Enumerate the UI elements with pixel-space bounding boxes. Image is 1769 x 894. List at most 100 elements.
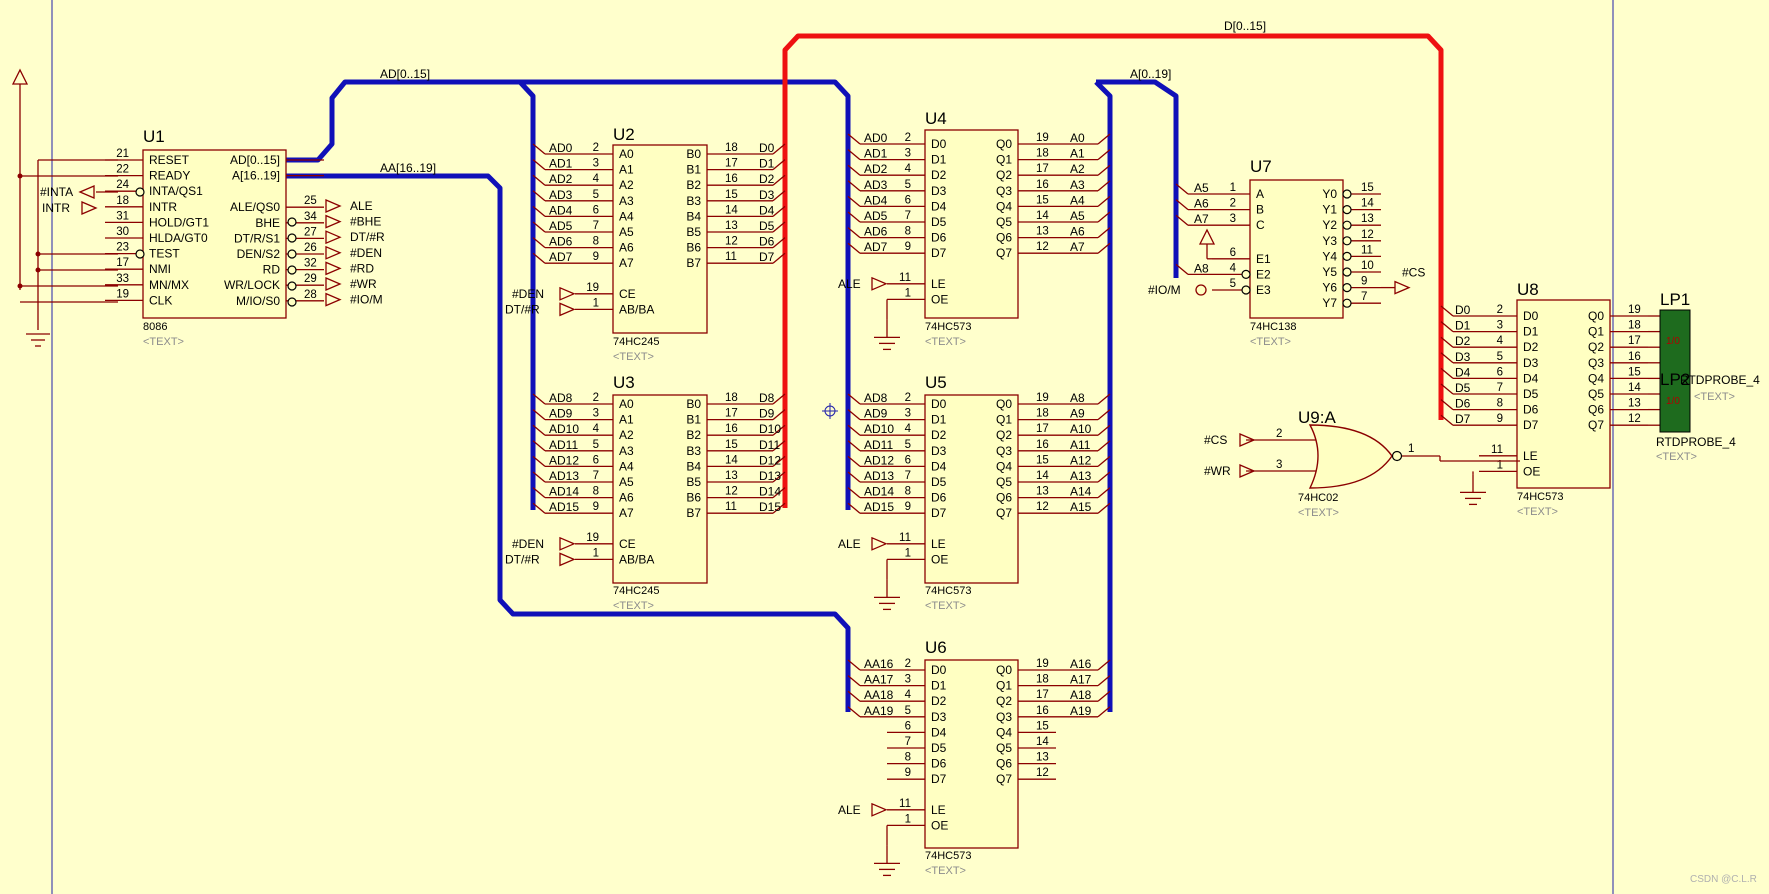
u6-lpin-label: LE	[931, 803, 946, 817]
u4-lpin-num: 8	[905, 226, 911, 238]
u3-out-net: D11	[759, 438, 780, 452]
u5-ref: U5	[925, 373, 947, 392]
u7-lpin-label: B	[1256, 203, 1264, 217]
u2-lpin-num: 1	[593, 297, 599, 309]
u8-lpin-num: 7	[1497, 382, 1503, 394]
u3-lpin-num: 2	[593, 392, 599, 404]
u7-ref: U7	[1250, 157, 1272, 176]
u5-rpin-label: Q5	[996, 475, 1012, 489]
u1-lpin-label: TEST	[149, 247, 180, 261]
u8-rpin-label: Q3	[1588, 356, 1604, 370]
u6-in-net: AA19	[864, 704, 894, 718]
u8-in-net: D1	[1455, 319, 1471, 333]
u5-lpin-num: 3	[905, 408, 911, 420]
u6-rpin-label: Q5	[996, 741, 1012, 755]
u3-in-net: AD13	[549, 469, 579, 483]
u7-rpin-num: 10	[1361, 260, 1374, 272]
net-port-icon	[871, 276, 888, 291]
u6-lpin-label: D0	[931, 663, 947, 677]
u1-rpin-label: DEN/S2	[237, 247, 281, 261]
u4-lpin-num: 5	[905, 179, 911, 191]
chip-u2[interactable]: U2 74HC245 <TEXT> 2 A0 3 A1 4 A2 5 A3 6 A4 7 A5 8 A6 9 A7 1…	[575, 125, 745, 363]
u3-out-net: D9	[759, 407, 775, 421]
u1-lpin-num: 17	[116, 257, 129, 269]
u4-out-net: A4	[1070, 193, 1085, 207]
u8-rpin-label: Q5	[1588, 387, 1604, 401]
lp2-value: 1/0	[1666, 396, 1680, 407]
net-intr: INTR	[42, 201, 70, 215]
u4-in-net: AD6	[864, 225, 888, 239]
u4-lpin-label: OE	[931, 292, 948, 306]
u2-lpin-label: A5	[619, 225, 634, 239]
net-port-icon	[78, 185, 95, 199]
chip-u5[interactable]: U5 74HC573 <TEXT> 2 D0 3 D1 4 D2 5 D3 6 D4 7 D5 8 D6 9 D7 1…	[887, 373, 1056, 612]
logic-probes[interactable]: LP1 LP2 1/0 1/0 RTDPROBE_4 <TEXT> RTDPRO…	[1656, 290, 1760, 463]
u9-pin-in1: 2	[1276, 428, 1282, 440]
u2-out-net: D1	[759, 157, 775, 171]
u7-rpin-num: 9	[1361, 276, 1367, 288]
u2-lpin-label: A3	[619, 194, 634, 208]
u5-out-net: A9	[1070, 407, 1085, 421]
u5-out-net: A8	[1070, 391, 1085, 405]
chip-u4[interactable]: U4 74HC573 <TEXT> 2 D0 3 D1 4 D2 5 D3 6 D4 7 D5 8 D6 9 D7 1…	[887, 109, 1056, 348]
lp2-probe-type: RTDPROBE_4	[1656, 435, 1736, 449]
u6-lpin-label: D4	[931, 725, 947, 739]
u8-rpin-num: 17	[1628, 335, 1641, 347]
u7-lpin-num: 5	[1230, 278, 1236, 290]
u1-lpin-num: 22	[116, 164, 129, 176]
u3-in-net: AD12	[549, 453, 579, 467]
u5-type: 74HC573	[925, 585, 971, 597]
u2-rpin-num: 14	[725, 204, 738, 216]
u2-out-net: D7	[759, 250, 775, 264]
u2-lpin-num: 8	[593, 236, 599, 248]
u3-rpin-num: 14	[725, 454, 738, 466]
chip-u3[interactable]: U3 74HC245 <TEXT> 2 A0 3 A1 4 A2 5 A3 6 A4 7 A5 8 A6 9 A7 1…	[575, 373, 745, 612]
u5-in-net: AD13	[864, 469, 894, 483]
lp1-probe-type: RTDPROBE_4	[1680, 373, 1760, 387]
u3-rpin-num: 12	[725, 486, 738, 498]
u5-out-net: A12	[1070, 453, 1092, 467]
u1-rpin-num: 34	[304, 211, 317, 223]
u1-lpin-label: RESET	[149, 153, 190, 167]
u2-rpin-num: 18	[725, 142, 738, 154]
net-port-icon	[325, 277, 342, 291]
u7-in-net: A7	[1194, 212, 1209, 226]
u6-lpin-num: 4	[905, 689, 912, 701]
u5-lpin-num: 4	[905, 423, 912, 435]
u2-out-net: D6	[759, 235, 775, 249]
u6-rpin-label: Q0	[996, 663, 1012, 677]
u7-rpin-num: 14	[1361, 198, 1374, 210]
u4-lpin-num: 11	[899, 272, 911, 284]
chip-u8[interactable]: U8 74HC573 <TEXT> 2 D0 3 D1 4 D2 5 D3 6 D4 7 D5 8 D6 9 D7 1…	[1479, 280, 1648, 518]
u5-in-net: AD14	[864, 485, 894, 499]
u6-in-net: AA16	[864, 657, 894, 671]
u3-out-net: D15	[759, 500, 781, 514]
u3-rpin-label: B4	[686, 459, 701, 473]
u5-rpin-label: Q6	[996, 491, 1012, 505]
u8-lpin-num: 8	[1497, 398, 1503, 410]
u1-lpin-num: 33	[116, 273, 129, 285]
net-port-icon	[559, 536, 576, 551]
chip-u7[interactable]: U7 74HC138 <TEXT> 1 A 2 B 3 C 6 E1 4 E2 5 E3 15 Y0 14 Y1 13…	[1212, 157, 1381, 348]
u7-output-bubble-icon	[1342, 236, 1352, 246]
u3-rpin-num: 17	[725, 408, 738, 420]
u6-rpin-num: 12	[1036, 767, 1049, 779]
u2-rpin-num: 11	[725, 251, 737, 263]
u7-output-bubble-icon	[1342, 189, 1352, 199]
u7-text: <TEXT>	[1250, 336, 1291, 348]
cursor-marker-icon	[822, 403, 838, 419]
u5-out-net: A14	[1070, 485, 1092, 499]
u5-lpin-label: D7	[931, 506, 947, 520]
u4-net-ale: ALE	[838, 277, 861, 291]
u6-lpin-label: D1	[931, 679, 947, 693]
u6-rpin-label: Q7	[996, 772, 1012, 786]
u1-rpin-label: M/IO/S0	[236, 294, 280, 308]
u7-rpin-label: Y3	[1322, 234, 1337, 248]
u2-in-net: AD4	[549, 203, 573, 217]
u8-lpin-label: D5	[1523, 387, 1539, 401]
u6-rpin-label: Q4	[996, 725, 1012, 739]
u2-in-net: AD0	[549, 141, 573, 155]
u5-lpin-label: D3	[931, 444, 947, 458]
u6-rpin-num: 18	[1036, 674, 1049, 686]
chip-u6[interactable]: U6 74HC573 <TEXT> 2 D0 3 D1 4 D2 5 D3 6 D4 7 D5 8 D6 9 D7 1…	[887, 638, 1056, 877]
